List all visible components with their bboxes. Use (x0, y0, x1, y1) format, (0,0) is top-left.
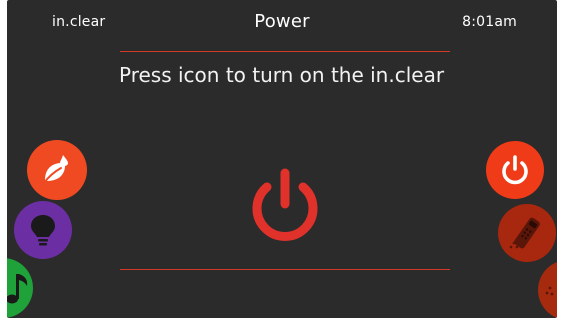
partial-nav-button[interactable] (538, 260, 557, 318)
leaf-button[interactable] (27, 140, 87, 200)
power-icon (502, 155, 528, 185)
main-power-button[interactable] (243, 163, 327, 247)
bottom-divider (120, 269, 450, 270)
music-note-icon (7, 274, 28, 304)
top-divider (120, 51, 450, 52)
lightbulb-icon (31, 215, 55, 246)
leaf-drop-icon (43, 155, 68, 184)
power-icon (252, 168, 318, 241)
power-nav-button[interactable] (486, 141, 544, 199)
partial-icon (545, 286, 554, 296)
instruction-text: Press icon to turn on the in.clear (119, 63, 445, 87)
remote-button[interactable] (498, 204, 556, 262)
remote-control-icon (509, 217, 540, 249)
music-button[interactable] (7, 258, 33, 318)
clock: 8:01am (462, 14, 517, 30)
spa-control-screen: in.clear Power 8:01am Press icon to turn… (7, 0, 557, 318)
lights-button[interactable] (14, 201, 72, 259)
